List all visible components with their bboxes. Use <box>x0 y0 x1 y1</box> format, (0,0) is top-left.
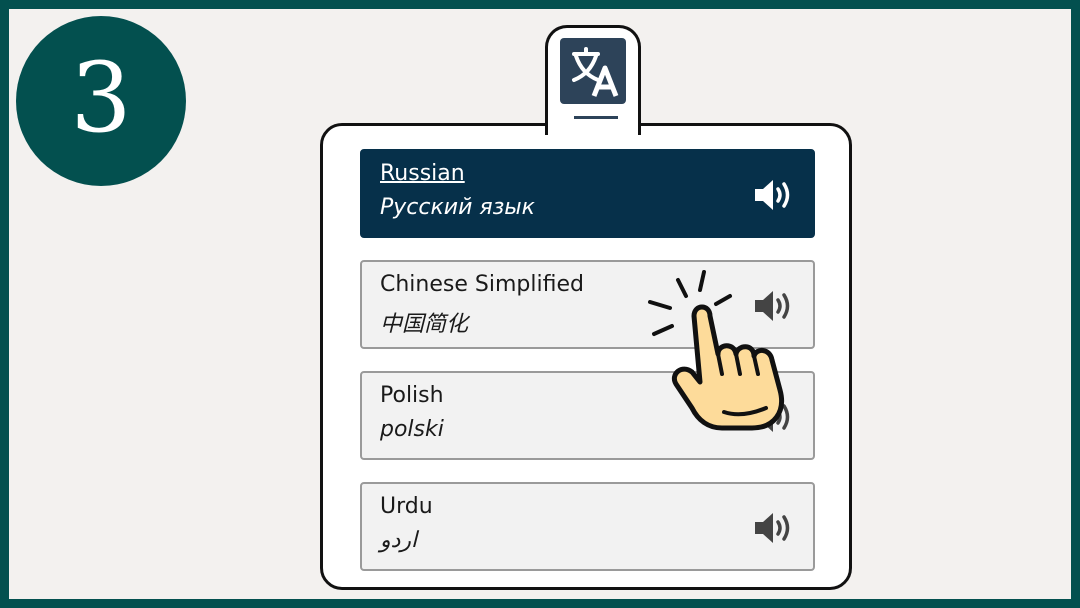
translate-tab[interactable] <box>545 25 641 135</box>
language-native-name: اردو <box>380 528 418 553</box>
translate-icon[interactable] <box>560 38 626 104</box>
language-name: Polish <box>380 383 444 408</box>
speaker-icon[interactable] <box>753 510 795 546</box>
step-badge: 3 <box>16 16 186 186</box>
language-name: Russian <box>380 161 465 186</box>
pointing-hand-icon <box>648 270 784 431</box>
language-native-name: 中国简化 <box>380 312 469 337</box>
language-option-urdu[interactable]: Urdu اردو <box>360 482 815 571</box>
speaker-icon[interactable] <box>753 177 795 213</box>
step-number: 3 <box>70 42 132 154</box>
language-native-name: Русский язык <box>380 195 535 220</box>
language-name: Chinese Simplified <box>380 272 584 297</box>
language-option-russian[interactable]: Russian Русский язык <box>360 149 815 238</box>
tab-active-indicator <box>574 116 618 119</box>
language-native-name: polski <box>380 417 444 442</box>
language-name: Urdu <box>380 494 433 519</box>
